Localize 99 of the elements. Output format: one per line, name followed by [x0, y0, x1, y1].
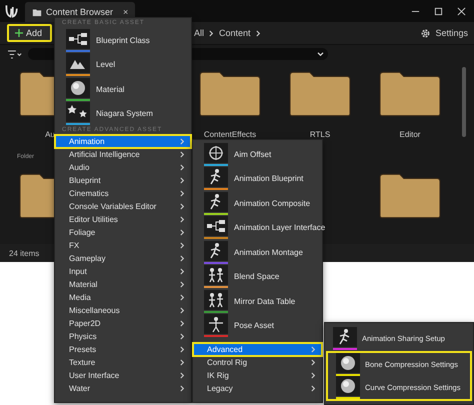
- menu-item[interactable]: Level: [55, 52, 191, 77]
- menu-item-label: Artificial Intelligence: [69, 150, 140, 159]
- menu-item-label: Blueprint: [69, 176, 101, 185]
- node-graph-icon: [204, 216, 228, 236]
- menu-item-label: Paper2D: [69, 319, 101, 328]
- menu-item-label: Animation Layer Interface: [234, 223, 326, 232]
- menu-item-label: Legacy: [207, 384, 233, 393]
- menu-item[interactable]: Miscellaneous: [55, 304, 191, 317]
- menu-item[interactable]: Water: [55, 382, 191, 395]
- add-button[interactable]: Add: [7, 24, 52, 42]
- menu-item-label: Control Rig: [207, 358, 248, 367]
- node-graph-icon: [66, 28, 90, 49]
- scrollbar[interactable]: [462, 67, 466, 137]
- folder-icon[interactable]: [199, 71, 261, 117]
- landscape-icon: [66, 53, 90, 74]
- menu-item-label: Physics: [69, 332, 97, 341]
- skeleton-icon: [204, 314, 228, 334]
- menu-item[interactable]: Media: [55, 291, 191, 304]
- menu-item-label: Presets: [69, 345, 96, 354]
- logo-icon: [4, 3, 20, 19]
- crosshair-icon: [204, 142, 228, 163]
- menu-item-label: Pose Asset: [234, 321, 274, 330]
- breadcrumb-link[interactable]: All: [194, 28, 204, 38]
- tab-title: Content Browser: [46, 7, 114, 17]
- menu-item[interactable]: Input: [55, 265, 191, 278]
- folder-icon[interactable]: [379, 173, 441, 219]
- folder-icon[interactable]: [289, 71, 351, 117]
- menu-item[interactable]: Gameplay: [55, 252, 191, 265]
- menu-item-label: Level: [96, 60, 116, 70]
- chevron-down-icon: [317, 52, 324, 56]
- menu-item[interactable]: Artificial Intelligence: [55, 148, 191, 161]
- menu-item[interactable]: Mirror Data Table: [193, 289, 322, 314]
- menu-item-label: Niagara System: [96, 109, 153, 118]
- menu-item-label: Cinematics: [69, 189, 109, 198]
- menu-item-label: Water: [69, 384, 90, 393]
- chevron-right-icon: [256, 30, 261, 36]
- menu-item-label: Material: [69, 280, 98, 289]
- menu-item[interactable]: Audio: [55, 161, 191, 174]
- menu-item[interactable]: Legacy: [193, 382, 322, 395]
- menu-item-label: Animation Blueprint: [234, 174, 304, 184]
- menu-item[interactable]: Editor Utilities: [55, 213, 191, 226]
- folder-icon[interactable]: [379, 71, 441, 117]
- menu-item[interactable]: Paper2D: [55, 317, 191, 330]
- menu-item-label: Aim Offset: [234, 150, 272, 159]
- menu-item-label: Media: [69, 293, 91, 302]
- menu-item[interactable]: Blueprint: [55, 174, 191, 187]
- menu-item-label: User Interface: [69, 371, 120, 380]
- menu-item[interactable]: Cinematics: [55, 187, 191, 200]
- menu-item[interactable]: Animation Composite: [193, 191, 322, 216]
- menu-item[interactable]: User Interface: [55, 369, 191, 382]
- menu-item-label: Console Variables Editor: [69, 202, 156, 211]
- breadcrumb-link[interactable]: Content: [219, 28, 251, 38]
- menu-item[interactable]: IK Rig: [193, 369, 322, 382]
- folder-label: RTLS: [310, 130, 330, 139]
- menu-item[interactable]: Physics: [55, 330, 191, 343]
- menu-item-label: Editor Utilities: [69, 215, 118, 224]
- close-icon[interactable]: [457, 6, 466, 16]
- menu-item[interactable]: Pose Asset: [193, 314, 322, 338]
- menu-item[interactable]: Material: [55, 77, 191, 102]
- menu-item-label: Mirror Data Table: [234, 296, 296, 306]
- menu-item[interactable]: Advanced: [193, 343, 322, 356]
- menu-item-label: Input: [69, 267, 87, 276]
- filter-icon[interactable]: [8, 50, 22, 58]
- menu-item[interactable]: Material: [55, 278, 191, 291]
- menu-item[interactable]: Niagara System: [55, 102, 191, 126]
- menu-item-label: Blend Space: [234, 272, 280, 282]
- menu-item[interactable]: Foliage: [55, 226, 191, 239]
- menu-item-label: Animation: [69, 137, 105, 146]
- folder-icon: [32, 7, 42, 17]
- menu-item-label: Audio: [69, 163, 90, 172]
- folder-label: Editor: [400, 130, 420, 139]
- menu-item[interactable]: Blueprint Class: [55, 28, 191, 52]
- menu-item-label: Miscellaneous: [69, 306, 120, 315]
- menu-item[interactable]: Animation: [55, 135, 191, 148]
- menu-item[interactable]: Aim Offset: [193, 142, 322, 166]
- menu-item-label: Texture: [69, 358, 96, 367]
- menu-item-label: Animation Composite: [234, 198, 310, 208]
- menu-item[interactable]: Control Rig: [193, 356, 322, 369]
- menu-item[interactable]: Blend Space: [193, 264, 322, 289]
- menu-item-label: Foliage: [69, 228, 96, 237]
- menu-item-label: Advanced: [207, 345, 243, 354]
- chevron-right-icon: [209, 30, 214, 36]
- menu-item-label: IK Rig: [207, 371, 229, 380]
- maximize-icon[interactable]: [434, 6, 443, 16]
- menu-item-label: Animation Montage: [234, 248, 303, 257]
- menu-item[interactable]: Console Variables Editor: [55, 200, 191, 213]
- menu-item[interactable]: Animation Blueprint: [193, 166, 322, 191]
- plus-icon: [15, 29, 23, 37]
- menu-item-label: Blueprint Class: [96, 36, 150, 45]
- menu-item-label: FX: [69, 241, 80, 250]
- settings-button[interactable]: Settings: [420, 28, 470, 38]
- menu-item-label: Gameplay: [69, 254, 106, 263]
- menu-item[interactable]: Texture: [55, 356, 191, 369]
- settings-icon: [420, 28, 432, 38]
- sparkle-icon: [66, 102, 90, 122]
- close-tab-button[interactable]: ×: [123, 7, 128, 17]
- menu-item-label: Material: [96, 84, 124, 94]
- menu-item[interactable]: Presets: [55, 343, 191, 356]
- folder-label: ContentEffects: [204, 130, 256, 139]
